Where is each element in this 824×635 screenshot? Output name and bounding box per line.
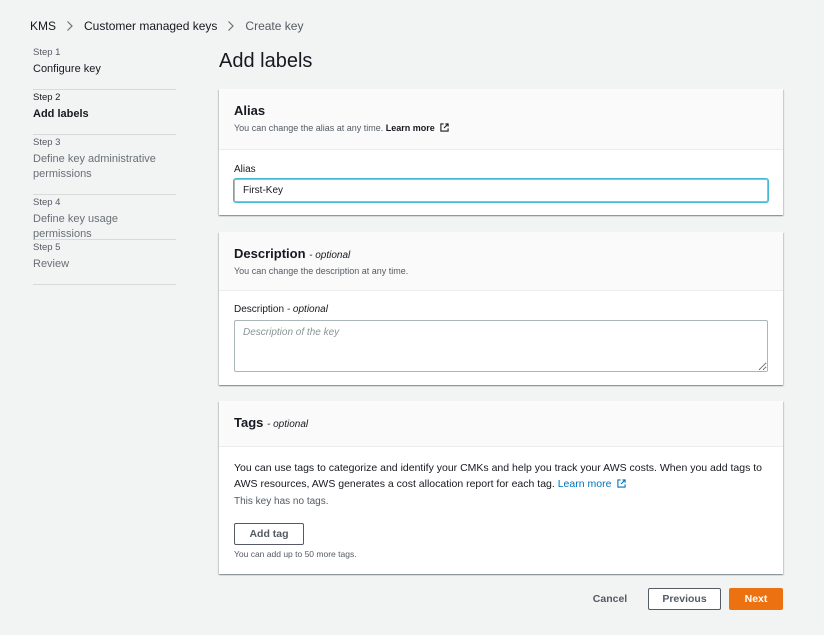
description-panel-header: Description - optional You can change th… bbox=[219, 232, 783, 291]
chevron-right-icon bbox=[227, 21, 235, 31]
step-number: Step 3 bbox=[33, 137, 61, 148]
step-title: Define key usage permissions bbox=[33, 213, 118, 240]
step-number: Step 5 bbox=[33, 242, 61, 253]
next-button[interactable]: Next bbox=[729, 588, 783, 610]
step-title: Configure key bbox=[33, 63, 101, 75]
no-tags-message: This key has no tags. bbox=[234, 496, 329, 507]
alias-input[interactable] bbox=[234, 179, 768, 202]
external-link-icon bbox=[440, 123, 449, 132]
step-review: Step 5 Review bbox=[33, 240, 176, 285]
chevron-right-icon bbox=[66, 21, 74, 31]
tags-help-text-body: You can use tags to categorize and ident… bbox=[234, 462, 763, 490]
tags-panel-title: Tags - optional bbox=[234, 415, 768, 430]
step-number: Step 2 bbox=[33, 92, 61, 103]
tags-title-text: Tags bbox=[234, 415, 264, 430]
breadcrumb-customer-managed-keys[interactable]: Customer managed keys bbox=[84, 19, 217, 33]
previous-button[interactable]: Previous bbox=[648, 588, 721, 610]
description-textarea[interactable] bbox=[234, 320, 768, 372]
description-field-label: Description - optional bbox=[234, 304, 328, 315]
tags-help-text: You can use tags to categorize and ident… bbox=[234, 460, 774, 492]
optional-label: - optional bbox=[309, 250, 351, 261]
step-number: Step 1 bbox=[33, 47, 61, 58]
add-tag-button[interactable]: Add tag bbox=[234, 523, 304, 545]
step-title: Add labels bbox=[33, 108, 89, 120]
tags-limit-text: You can add up to 50 more tags. bbox=[234, 549, 357, 559]
description-panel-title: Description - optional bbox=[234, 246, 768, 261]
step-define-usage-permissions: Step 4 Define key usage permissions bbox=[33, 195, 176, 240]
alias-panel-header: Alias You can change the alias at any ti… bbox=[219, 89, 783, 150]
alias-field-label: Alias bbox=[234, 164, 256, 175]
breadcrumb-current: Create key bbox=[245, 19, 304, 33]
description-field-label-text: Description bbox=[234, 304, 285, 315]
step-define-admin-permissions: Step 3 Define key administrative permiss… bbox=[33, 135, 176, 195]
tags-content: You can use tags to categorize and ident… bbox=[234, 460, 774, 507]
breadcrumb-kms[interactable]: KMS bbox=[30, 19, 56, 33]
alias-panel: Alias You can change the alias at any ti… bbox=[219, 89, 783, 215]
step-add-labels: Step 2 Add labels bbox=[33, 90, 176, 135]
step-configure-key[interactable]: Step 1 Configure key bbox=[33, 45, 176, 90]
description-panel: Description - optional You can change th… bbox=[219, 232, 783, 385]
tags-learn-more-link[interactable]: Learn more bbox=[558, 478, 612, 490]
optional-label: - optional bbox=[267, 419, 309, 430]
alias-panel-description: You can change the alias at any time. Le… bbox=[234, 123, 768, 133]
optional-label: - optional bbox=[286, 304, 328, 315]
cancel-button[interactable]: Cancel bbox=[585, 588, 635, 610]
description-help-text: You can change the description at any ti… bbox=[234, 266, 409, 276]
wizard-steps: Step 1 Configure key Step 2 Add labels S… bbox=[33, 45, 176, 285]
alias-panel-title: Alias bbox=[234, 103, 266, 118]
alias-help-text: You can change the alias at any time. bbox=[234, 123, 384, 133]
description-title-text: Description bbox=[234, 246, 306, 261]
step-title: Review bbox=[33, 258, 70, 270]
step-title: Define key administrative permissions bbox=[33, 153, 156, 180]
step-number: Step 4 bbox=[33, 197, 61, 208]
breadcrumb: KMS Customer managed keys Create key bbox=[30, 19, 303, 33]
external-link-icon bbox=[617, 477, 626, 488]
tags-panel-header: Tags - optional bbox=[219, 401, 783, 447]
tags-panel: Tags - optional You can use tags to cate… bbox=[219, 401, 783, 574]
page-title: Add labels bbox=[219, 50, 313, 72]
alias-learn-more-link[interactable]: Learn more bbox=[386, 123, 435, 133]
